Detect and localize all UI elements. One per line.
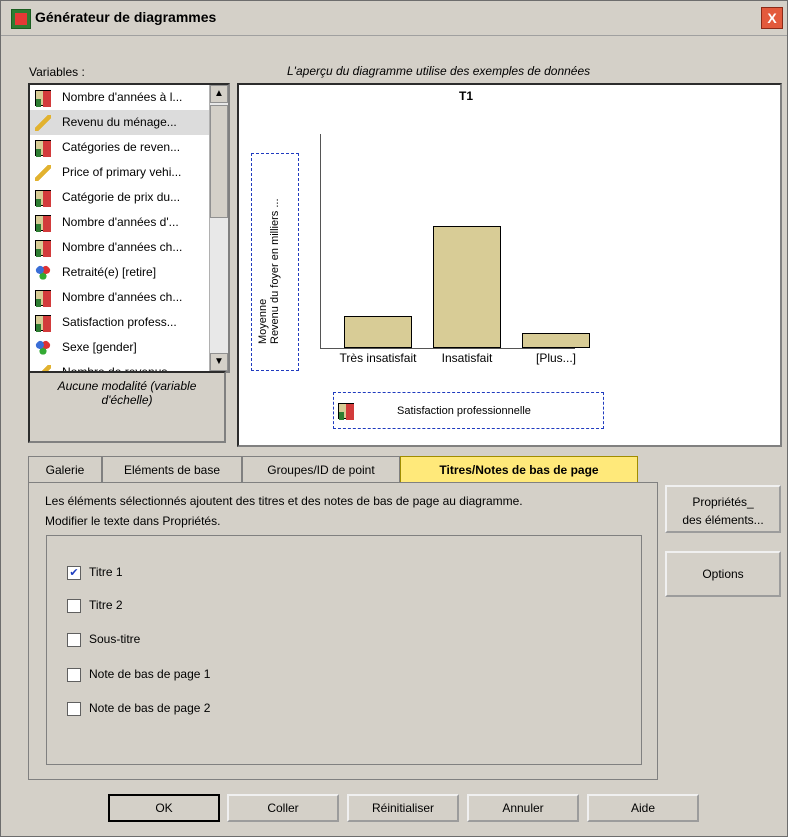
label-titre-2[interactable]: Titre 2: [89, 598, 123, 612]
variable-label: Sexe [gender]: [62, 340, 137, 354]
variable-label: Revenu du ménage...: [62, 115, 177, 129]
variables-list[interactable]: Nombre d'années à l... Revenu du ménage..…: [28, 83, 230, 373]
variable-item[interactable]: Satisfaction profess...: [30, 310, 228, 335]
variable-item[interactable]: Nombre d'années à l...: [30, 85, 228, 110]
variable-item[interactable]: Nombre d'années ch...: [30, 235, 228, 260]
variable-item[interactable]: Retraité(e) [retire]: [30, 260, 228, 285]
x-tick-label: Très insatisfait: [339, 351, 417, 365]
props-line-2: des éléments...: [682, 513, 764, 527]
variable-item[interactable]: Nombre d'années ch...: [30, 285, 228, 310]
checkbox-note-1[interactable]: [67, 668, 81, 682]
y-label-line-1: Moyenne: [257, 298, 269, 344]
label-titre-1[interactable]: Titre 1: [89, 565, 123, 579]
chart-bar: [344, 316, 412, 348]
nominal-icon: [35, 265, 51, 281]
chart-bar: [433, 226, 501, 348]
variable-item[interactable]: Catégories de reven...: [30, 135, 228, 160]
desc-line-1: Les éléments sélectionnés ajoutent des t…: [45, 494, 523, 508]
variable-label: Satisfaction profess...: [62, 315, 177, 329]
tab-galerie[interactable]: Galerie: [28, 456, 102, 482]
nominal-icon: [35, 340, 51, 356]
variable-item[interactable]: Catégorie de prix du...: [30, 185, 228, 210]
preview-caption: L'aperçu du diagramme utilise des exempl…: [287, 64, 591, 78]
variable-item[interactable]: Price of primary vehi...: [30, 160, 228, 185]
modality-box: Aucune modalité (variable d'échelle): [28, 371, 226, 443]
variable-label: Catégorie de prix du...: [62, 190, 181, 204]
variable-item[interactable]: Sexe [gender]: [30, 335, 228, 360]
variable-label: Price of primary vehi...: [62, 165, 182, 179]
cancel-button[interactable]: Annuler: [467, 794, 579, 822]
variable-label: Retraité(e) [retire]: [62, 265, 157, 279]
variable-label: Catégories de reven...: [62, 140, 181, 154]
bar-chart-icon: [35, 290, 51, 307]
bar-chart-icon: [35, 140, 51, 157]
variable-item[interactable]: Nombre d'années d'...: [30, 210, 228, 235]
tab-elements-de-base[interactable]: Eléments de base: [102, 456, 242, 482]
options-button[interactable]: Options: [665, 551, 781, 597]
variables-label: Variables :: [29, 65, 85, 79]
title-bar: Générateur de diagrammes X: [1, 1, 787, 36]
bar-chart-icon: [338, 403, 354, 420]
variable-item[interactable]: Revenu du ménage...: [30, 110, 228, 135]
desc-line-2: Modifier le texte dans Propriétés.: [45, 514, 221, 528]
close-button[interactable]: X: [761, 7, 783, 29]
ok-button[interactable]: OK: [108, 794, 220, 822]
x-tick-label: [Plus...]: [535, 351, 576, 365]
bar-chart-icon: [35, 215, 51, 232]
label-sous-titre[interactable]: Sous-titre: [89, 632, 140, 646]
chart-bar: [522, 333, 590, 348]
tab-titres-notes[interactable]: Titres/Notes de bas de page: [400, 456, 638, 482]
app-icon: [11, 9, 31, 29]
options-group: [46, 535, 642, 765]
chart-title: T1: [459, 89, 474, 103]
checkbox-note-2[interactable]: [67, 702, 81, 716]
chart-builder-window: Générateur de diagrammes X Variables : N…: [0, 0, 788, 837]
x-tick-label: Insatisfait: [441, 351, 493, 365]
checkbox-titre-2[interactable]: [67, 599, 81, 613]
variables-scrollbar[interactable]: ▲ ▼: [209, 85, 228, 371]
variable-label: Nombre d'années ch...: [62, 240, 183, 254]
bar-chart-icon: [35, 190, 51, 207]
props-line-1: Propriétés_: [692, 495, 754, 509]
help-button[interactable]: Aide: [587, 794, 699, 822]
bar-chart-icon: [35, 315, 51, 332]
x-axis-line: [320, 348, 575, 349]
element-properties-button[interactable]: Propriétés_ des éléments...: [665, 485, 781, 533]
scroll-down-icon[interactable]: ▼: [210, 353, 228, 371]
variable-label: Nombre d'années d'...: [62, 215, 179, 229]
bar-chart-icon: [35, 240, 51, 257]
tab-groupes[interactable]: Groupes/ID de point: [242, 456, 400, 482]
label-note-1[interactable]: Note de bas de page 1: [89, 667, 210, 681]
ruler-icon: [35, 165, 51, 181]
reset-button[interactable]: Réinitialiser: [347, 794, 459, 822]
window-title: Générateur de diagrammes: [35, 9, 217, 25]
modality-line-2: d'échelle): [101, 393, 153, 407]
variable-label: Nombre d'années à l...: [62, 90, 183, 104]
y-label-line-2: Revenu du foyer en milliers ...: [269, 198, 281, 344]
checkbox-titre-1[interactable]: ✔: [67, 566, 81, 580]
scroll-up-icon[interactable]: ▲: [210, 85, 228, 103]
y-axis-line: [320, 134, 321, 348]
checkbox-sous-titre[interactable]: [67, 633, 81, 647]
y-axis-label: Moyenne Revenu du foyer en milliers ...: [257, 198, 281, 344]
x-axis-label: Satisfaction professionnelle: [397, 405, 531, 417]
ruler-icon: [35, 115, 51, 131]
variable-label: Nombre d'années ch...: [62, 290, 183, 304]
bar-chart-icon: [35, 90, 51, 107]
label-note-2[interactable]: Note de bas de page 2: [89, 701, 210, 715]
paste-button[interactable]: Coller: [227, 794, 339, 822]
scroll-thumb[interactable]: [210, 105, 228, 218]
panel-description: Les éléments sélectionnés ajoutent des t…: [45, 491, 523, 531]
modality-line-1: Aucune modalité (variable: [57, 379, 197, 393]
